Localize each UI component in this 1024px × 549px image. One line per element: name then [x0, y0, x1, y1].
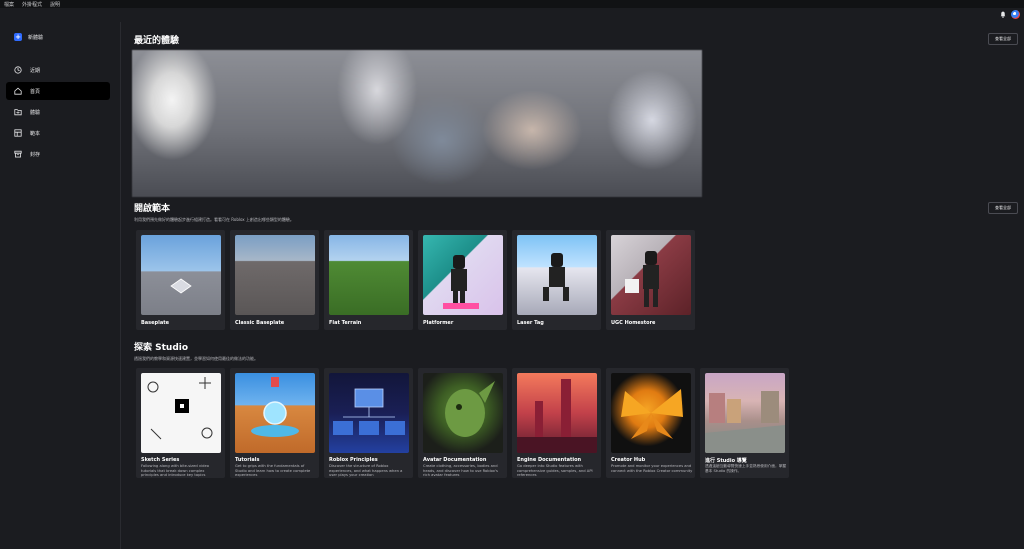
recent-see-all-button[interactable]: 查看全部: [988, 33, 1018, 45]
sidebar-item-label: 範本: [30, 130, 41, 137]
explore-name: Roblox Principles: [329, 457, 378, 463]
template-thumbnail: [611, 235, 691, 315]
explore-name: Avatar Documentation: [423, 457, 487, 463]
explore-desc: Get to grips with the fundamentals of St…: [235, 464, 311, 478]
explore-desc: Following along with bite-sized video tu…: [141, 464, 209, 478]
explore-name: Engine Documentation: [517, 457, 582, 463]
recent-experiences-banner[interactable]: [132, 50, 702, 197]
explore-thumbnail: [611, 373, 691, 453]
template-card-classic-baseplate[interactable]: Classic Baseplate: [230, 230, 319, 330]
explore-thumbnail: [705, 373, 785, 453]
new-experience-label: 新體驗: [28, 34, 44, 41]
explore-desc: Promote and monitor your experiences and…: [611, 464, 693, 473]
explore-card-roblox-principles[interactable]: Roblox Principles Discover the structure…: [324, 368, 413, 478]
template-thumbnail: [141, 235, 221, 315]
explore-desc: Go deeper into Studio features with comp…: [517, 464, 593, 478]
explore-name: Sketch Series: [141, 457, 180, 463]
sidebar-item-archive[interactable]: 封存: [6, 145, 110, 163]
menu-help[interactable]: 說明: [50, 1, 60, 8]
templates-see-all-button[interactable]: 查看全部: [988, 202, 1018, 214]
template-card-laser-tag[interactable]: Laser Tag: [512, 230, 601, 330]
sidebar-item-label: 封存: [30, 151, 41, 158]
explore-card-engine-documentation[interactable]: Engine Documentation Go deeper into Stud…: [512, 368, 601, 478]
template-name: Laser Tag: [517, 320, 544, 326]
explore-card-tutorials[interactable]: Tutorials Get to grips with the fundamen…: [230, 368, 319, 478]
bell-icon[interactable]: [1000, 11, 1006, 18]
clock-icon: [14, 66, 22, 74]
explore-desc: Discover the structure of Roblox experie…: [329, 464, 403, 478]
sidebar-item-recent[interactable]: 近期: [6, 61, 110, 79]
explore-thumbnail: [141, 373, 221, 453]
menu-file[interactable]: 檔案: [4, 1, 14, 8]
sidebar-item-experiences[interactable]: 體驗: [6, 103, 110, 121]
explore-desc: Create clothing, accessories, bodies and…: [423, 464, 498, 478]
home-icon: [14, 87, 22, 95]
explore-name: Tutorials: [235, 457, 260, 463]
template-thumbnail: [235, 235, 315, 315]
sidebar-item-label: 體驗: [30, 109, 41, 116]
templates-title: 開啟範本: [134, 204, 171, 214]
sidebar: + 新體驗 近期 首頁 體驗 範本 封存: [0, 22, 121, 549]
explore-card-sketch-series[interactable]: Sketch Series Following along with bite-…: [136, 368, 225, 478]
explore-card-avatar-documentation[interactable]: Avatar Documentation Create clothing, ac…: [418, 368, 507, 478]
explore-thumbnail: [329, 373, 409, 453]
sidebar-item-home[interactable]: 首頁: [6, 82, 110, 100]
explore-card-studio-tour[interactable]: 進行 Studio 導覽 透過這趟互動導覽快速上手並熟悉使用介面，掌握基本 St…: [700, 368, 789, 478]
main-content: 最近的體驗 查看全部 開啟範本 利用我們預先做好的體驗起步進行組建打造。看看可在…: [122, 22, 1024, 549]
template-card-baseplate[interactable]: Baseplate: [136, 230, 225, 330]
template-name: UGC Homestore: [611, 320, 656, 326]
new-experience-button[interactable]: + 新體驗: [14, 33, 43, 41]
sidebar-item-label: 近期: [30, 67, 41, 74]
template-name: Platformer: [423, 320, 454, 326]
explore-subtitle: 透過我們的教學和資源快速建置，並學習如何使用最佳的做法的功能。: [134, 356, 258, 361]
explore-thumbnail: [517, 373, 597, 453]
top-bar: [0, 8, 1024, 22]
explore-title: 探索 Studio: [134, 343, 189, 353]
template-thumbnail: [423, 235, 503, 315]
sidebar-item-templates[interactable]: 範本: [6, 124, 110, 142]
explore-desc: 透過這趟互動導覽快速上手並熟悉使用介面，掌握基本 Studio 的操作。: [705, 464, 787, 473]
explore-card-creator-hub[interactable]: Creator Hub Promote and monitor your exp…: [606, 368, 695, 478]
template-card-platformer[interactable]: Platformer: [418, 230, 507, 330]
template-name: Classic Baseplate: [235, 320, 285, 326]
explore-name: Creator Hub: [611, 457, 646, 463]
template-card-flat-terrain[interactable]: Flat Terrain: [324, 230, 413, 330]
template-thumbnail: [517, 235, 597, 315]
explore-name: 進行 Studio 導覽: [705, 458, 747, 464]
explore-thumbnail: [235, 373, 315, 453]
explore-thumbnail: [423, 373, 503, 453]
menu-plugins[interactable]: 外掛程式: [22, 1, 42, 8]
sidebar-item-label: 首頁: [30, 88, 41, 95]
recent-title: 最近的體驗: [134, 36, 180, 46]
plus-icon: +: [14, 33, 22, 41]
menu-bar: 檔案 外掛程式 說明: [0, 0, 1024, 8]
template-name: Baseplate: [141, 320, 170, 326]
archive-icon: [14, 150, 22, 158]
template-card-ugc-homestore[interactable]: UGC Homestore: [606, 230, 695, 330]
templates-subtitle: 利用我們預先做好的體驗起步進行組建打造。看看可在 Roblox 上創造出哪些類型…: [134, 217, 294, 222]
folder-icon: [14, 109, 22, 116]
avatar[interactable]: [1011, 10, 1020, 19]
template-icon: [14, 129, 22, 137]
template-thumbnail: [329, 235, 409, 315]
template-name: Flat Terrain: [329, 320, 362, 326]
